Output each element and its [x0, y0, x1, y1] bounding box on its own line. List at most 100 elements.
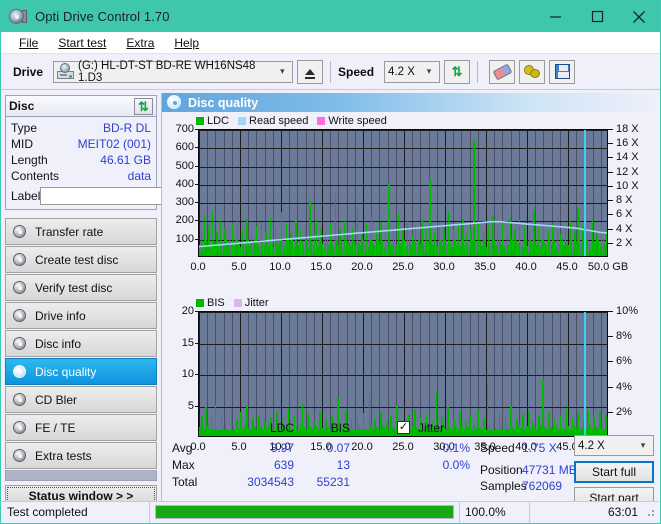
menu-help-label: Help — [174, 35, 200, 50]
y2-tick — [608, 143, 613, 145]
test-speed-select[interactable]: 4.2 X ▾ — [574, 435, 654, 456]
y-tick-label: 5 — [187, 399, 194, 412]
sidebar-item-cd-bler[interactable]: CD Bler — [5, 386, 157, 413]
eject-button[interactable] — [297, 59, 324, 84]
stat-avg-ldc: 3.97 — [270, 441, 294, 455]
left-panel: Disc ⇅ Type BD-R DL MID MEIT02 (001) Len… — [2, 93, 243, 506]
y2-tick — [608, 411, 613, 413]
x-tick-label: 20.0 — [351, 261, 373, 273]
disc-icon — [12, 336, 28, 352]
sidebar-item-drive-info[interactable]: Drive info — [5, 302, 157, 329]
gridline — [223, 312, 225, 436]
toolbar-divider-2 — [477, 60, 479, 83]
refresh-icon: ⇅ — [451, 64, 463, 79]
window-controls — [534, 1, 660, 32]
stat-avg-bis: 0.07 — [326, 441, 350, 455]
stat-header-bis: BIS — [330, 421, 350, 435]
menu-start-test[interactable]: Start test — [48, 34, 116, 52]
save-button[interactable] — [549, 59, 576, 84]
gridline — [207, 312, 209, 436]
y2-tick-label: 10 X — [616, 179, 639, 192]
y2-tick — [608, 171, 613, 173]
menu-file[interactable]: File — [9, 34, 48, 52]
bulb-icon — [524, 64, 541, 79]
stat-row-total-key: Total — [172, 475, 198, 489]
y-tick-label: 500 — [175, 159, 194, 172]
y2-tick-label: 18 X — [616, 123, 639, 135]
toolbar-divider-1 — [330, 60, 332, 83]
speed-select[interactable]: 4.2 X ▾ — [384, 60, 441, 83]
y2-tick — [608, 200, 613, 202]
menu-extra[interactable]: Extra — [116, 34, 164, 52]
readout-samples-key: Samples — [480, 479, 527, 493]
y2-tick-label: 12 X — [616, 165, 639, 178]
status-bar: Test completed 100.0% 63:01 — [2, 501, 659, 523]
disc-info-title: Disc — [9, 99, 35, 113]
status-message: Test completed — [2, 501, 150, 523]
jitter-checkbox[interactable]: ✓ — [397, 421, 410, 434]
disc-type-value: BD-R DL — [102, 121, 151, 135]
close-icon[interactable] — [618, 1, 660, 32]
drive-select[interactable]: (G:) HL-DT-ST BD-RE WH16NS48 1.D3 ▾ — [53, 60, 294, 84]
legend-swatch — [196, 116, 204, 125]
y2-tick-label: 6% — [616, 355, 632, 368]
disc-label-key: Label — [11, 188, 41, 203]
sidebar-item-label: Drive info — [35, 308, 86, 323]
menu-help[interactable]: Help — [164, 34, 209, 52]
sidebar-item-disc-info[interactable]: Disc info — [5, 330, 157, 357]
start-full-button[interactable]: Start full — [574, 461, 654, 483]
sidebar-item-fe-te[interactable]: FE / TE — [5, 414, 157, 441]
sidebar-item-transfer-rate[interactable]: Transfer rate — [5, 218, 157, 245]
test-speed-value: 4.2 X — [578, 439, 605, 452]
disc-mid-value: MEIT02 (001) — [77, 137, 151, 151]
sidebar-item-disc-quality[interactable]: Disc quality — [5, 358, 157, 385]
x-tick-label: 0.0 — [190, 261, 206, 273]
erase-button[interactable] — [489, 59, 516, 84]
page-title: Disc quality — [188, 95, 259, 110]
legend-write-speed: Write speed — [317, 115, 387, 127]
legend-bis: BIS — [196, 297, 225, 309]
stat-max-jitter: 0.0% — [442, 458, 470, 472]
disc-refresh-button[interactable]: ⇅ — [134, 97, 153, 115]
minimize-icon[interactable] — [534, 1, 576, 32]
progress-cell — [150, 501, 460, 523]
y-tick-label: 10 — [181, 368, 194, 380]
x-tick-label: 30.0 — [433, 261, 455, 273]
sidebar-item-verify-test-disc[interactable]: Verify test disc — [5, 274, 157, 301]
y2-tick — [608, 214, 613, 216]
legend-swatch — [196, 298, 204, 307]
eraser-icon — [492, 63, 512, 80]
disc-icon — [12, 280, 28, 296]
read-speed-y-axis: 2 X4 X6 X8 X 10 X 12 X 14 X 16 X 18 X — [608, 123, 661, 257]
position-marker — [584, 130, 587, 256]
tools-button[interactable] — [519, 59, 546, 84]
sidebar-item-create-test-disc[interactable]: Create test disc — [5, 246, 157, 273]
title-bar: Opti Drive Control 1.70 — [1, 1, 660, 32]
gridline — [551, 312, 553, 436]
maximize-icon[interactable] — [576, 1, 618, 32]
disc-type-key: Type — [11, 121, 38, 135]
y2-tick — [608, 361, 613, 363]
refresh-button[interactable]: ⇅ — [444, 59, 471, 84]
sidebar-item-extra-tests[interactable]: Extra tests — [5, 442, 157, 469]
disc-icon — [12, 364, 28, 380]
window-title: Opti Drive Control 1.70 — [35, 9, 170, 24]
y-tick-label: 20 — [181, 305, 194, 317]
ldc-chart[interactable]: 100 200 300 400 500 600 700 2 X4 X6 X8 X 10 X 12… — [162, 123, 661, 279]
resize-grip-icon[interactable] — [643, 505, 657, 519]
gridline — [199, 406, 607, 408]
x-tick-label: 10.0 — [269, 261, 291, 273]
gridline — [535, 312, 537, 436]
drive-label: Drive — [13, 64, 44, 79]
disc-info-header: Disc ⇅ — [6, 96, 156, 117]
chevron-down-icon: ▾ — [640, 440, 646, 450]
gridline — [371, 312, 373, 436]
y-tick-label: 300 — [175, 196, 194, 209]
stat-row-max-key: Max — [172, 458, 195, 472]
disc-icon — [12, 420, 28, 436]
gridline — [272, 312, 274, 436]
legend-swatch — [233, 298, 242, 307]
y2-tick-label: 10% — [616, 305, 639, 317]
gridline — [428, 312, 430, 436]
menu-file-label: File — [19, 35, 39, 50]
